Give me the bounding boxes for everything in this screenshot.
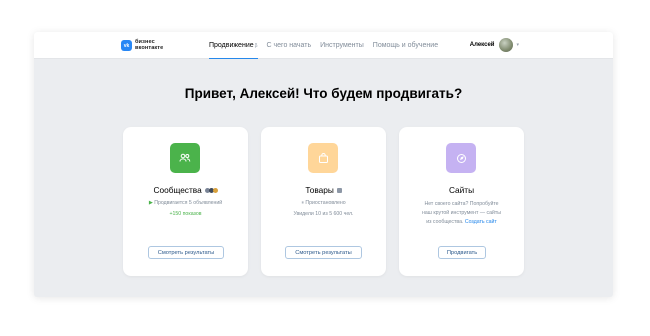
nav-help[interactable]: Помощь и обучение <box>373 32 438 59</box>
page-title: Привет, Алексей! Что будем продвигать? <box>184 86 463 101</box>
community-avatar-icon <box>212 188 218 194</box>
vk-logo-icon: vk <box>121 40 132 51</box>
status-line: ⏸ Приостановлено <box>261 200 386 207</box>
description-text: из сообщества. <box>426 219 464 225</box>
card-communities[interactable]: Сообщества ▶ Продвигается 5 объявлений +… <box>123 127 248 276</box>
vk-business-logo[interactable]: vk бизнес вконтакте <box>121 39 164 51</box>
paused-icon: ⏸ <box>301 200 304 206</box>
chevron-down-icon: ▾ <box>516 42 519 48</box>
user-menu[interactable]: Алексей ▾ <box>470 38 519 52</box>
logo-line-2: вконтакте <box>135 44 164 51</box>
user-name: Алексей <box>469 42 495 48</box>
impressions-text: +150 показов <box>169 211 202 217</box>
card-title: Товары <box>261 185 386 195</box>
card-title-text: Товары <box>305 185 334 195</box>
bag-icon <box>308 143 338 173</box>
promote-button[interactable]: Продвигать <box>438 246 486 259</box>
main-nav: Продвижениеβ С чего начать Инструменты П… <box>209 32 447 59</box>
description-line-2: наш крутой инструмент — сайты <box>422 210 501 216</box>
card-title-text: Сообщества <box>153 185 202 195</box>
logo-text: бизнес вконтакте <box>135 39 164 51</box>
app-window: vk бизнес вконтакте Продвижениеβ С чего … <box>34 32 613 297</box>
card-goods[interactable]: Товары ⏸ Приостановлено Увидели 10 из 5 … <box>261 127 386 276</box>
view-results-button[interactable]: Смотреть результаты <box>285 246 362 259</box>
nav-getting-started[interactable]: С чего начать <box>267 32 312 59</box>
nav-promotion[interactable]: Продвижениеβ <box>209 32 258 59</box>
beta-badge: β <box>254 43 258 49</box>
reach-text: Увидели 10 из 5 600 чел. <box>293 211 354 217</box>
card-title: Сообщества <box>123 185 248 195</box>
card-title: Сайты <box>448 185 475 195</box>
compass-icon <box>446 143 476 173</box>
status-text: Продвигается 5 объявлений <box>154 200 223 206</box>
create-site-link[interactable]: Создать сайт <box>465 219 497 225</box>
avatar <box>499 38 514 52</box>
description-line-1: Нет своего сайта? Попробуйте <box>424 201 499 207</box>
nav-tools[interactable]: Инструменты <box>320 32 364 59</box>
play-icon: ▶ <box>148 200 153 206</box>
status-text: Приостановлено <box>305 200 346 206</box>
nav-promotion-label: Продвижение <box>209 42 254 49</box>
card-sites[interactable]: Сайты Нет своего сайта? Попробуйте наш к… <box>399 127 524 276</box>
description-line-3: из сообщества. Создать сайт <box>399 219 524 225</box>
people-icon <box>170 143 200 173</box>
product-thumb-icon <box>336 188 342 194</box>
view-results-button[interactable]: Смотреть результаты <box>148 246 224 259</box>
status-line: ▶ Продвигается 5 объявлений <box>123 200 248 206</box>
top-navigation-bar: vk бизнес вконтакте Продвижениеβ С чего … <box>34 32 613 59</box>
